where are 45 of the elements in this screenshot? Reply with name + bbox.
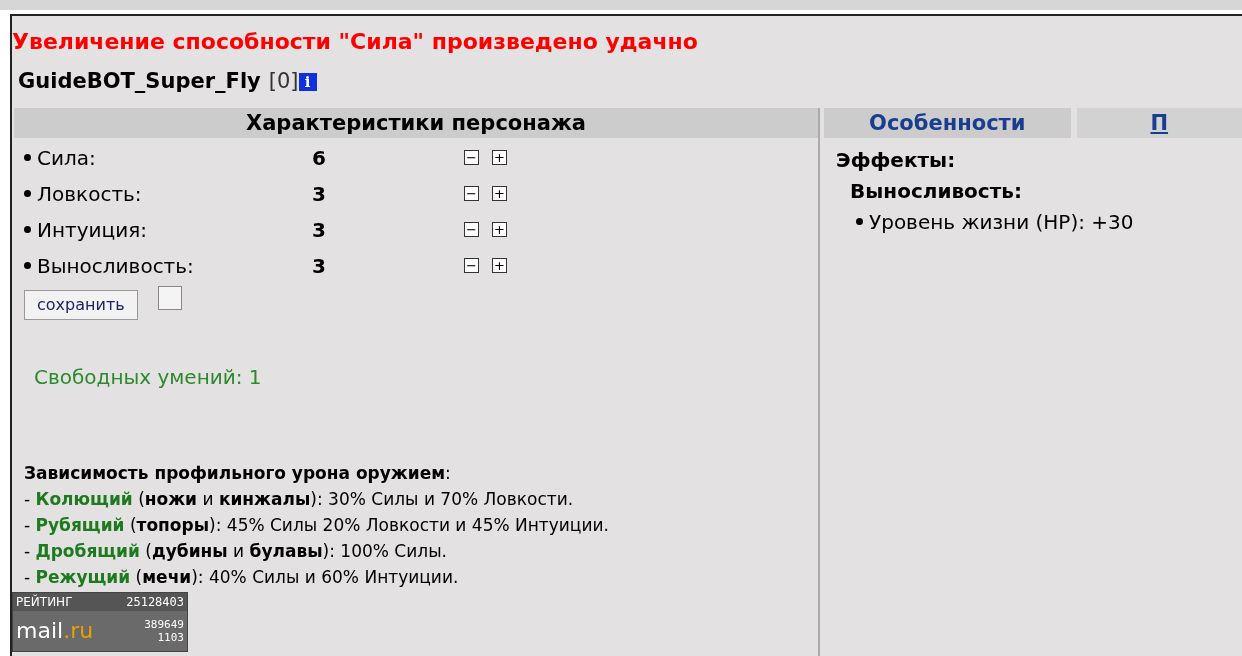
- tab[interactable]: Особенности: [824, 107, 1071, 138]
- effects-heading: Эффекты:: [836, 146, 957, 174]
- free-skills: Свободных умений: 1: [34, 363, 263, 391]
- decrease-button[interactable]: −: [464, 186, 479, 201]
- stat-value: 3: [312, 180, 327, 208]
- counter-label: РЕЙТИНГ: [16, 593, 73, 611]
- effects-subheading: Выносливость:: [849, 177, 1023, 205]
- increase-button[interactable]: +: [492, 222, 507, 237]
- stat-label: Интуиция:: [37, 216, 148, 244]
- stat-value: 3: [312, 216, 327, 244]
- damage-line: - Дробящий (дубины и булавы): 100% Силы.: [24, 539, 448, 563]
- increase-button[interactable]: +: [492, 186, 507, 201]
- save-checkbox[interactable]: [157, 285, 182, 310]
- info-icon[interactable]: i: [298, 72, 317, 91]
- stat-label: Ловкость:: [37, 180, 143, 208]
- save-button[interactable]: сохранить: [24, 289, 138, 320]
- counter-hosts: 1103: [157, 630, 184, 644]
- damage-line: - Режущий (мечи): 40% Силы и 60% Интуиции.: [24, 565, 460, 589]
- rating-counter[interactable]: РЕЙТИНГ 25128403 mail.ru 389649 1103: [12, 591, 188, 652]
- damage-line: - Колющий (ножи и кинжалы): 30% Силы и 70% Ловкости.: [24, 487, 575, 511]
- damage-line: - Рубящий (топоры): 45% Силы 20% Ловкости и 45% Интуиции.: [24, 513, 610, 537]
- bullet-icon: [24, 190, 31, 197]
- bullet-icon: [24, 226, 31, 233]
- status-message: Увеличение способности "Сила" произведено удачно: [12, 28, 699, 56]
- character-name: GuideBOT_Super_Fly: [18, 68, 261, 95]
- counter-hits: 389649: [144, 617, 184, 631]
- stat-label: Выносливость:: [37, 252, 195, 280]
- panel-header: Характеристики персонажа: [14, 107, 818, 138]
- stat-value: 3: [312, 252, 327, 280]
- bullet-icon: [24, 262, 31, 269]
- effect-item: Уровень жизни (HP): +30: [869, 208, 1134, 236]
- bullet-icon: [856, 218, 863, 225]
- decrease-button[interactable]: −: [464, 150, 479, 165]
- decrease-button[interactable]: −: [464, 222, 479, 237]
- increase-button[interactable]: +: [492, 258, 507, 273]
- stat-value: 6: [312, 144, 327, 172]
- decrease-button[interactable]: −: [464, 258, 479, 273]
- increase-button[interactable]: +: [492, 150, 507, 165]
- damage-heading: Зависимость профильного урона оружием:: [24, 461, 452, 485]
- counter-rank: 25128403: [126, 593, 184, 611]
- bullet-icon: [24, 154, 31, 161]
- character-level: [0]: [268, 68, 299, 95]
- logo: mail.ru: [16, 618, 94, 643]
- tab[interactable]: П: [1076, 107, 1242, 138]
- stat-label: Сила:: [37, 144, 97, 172]
